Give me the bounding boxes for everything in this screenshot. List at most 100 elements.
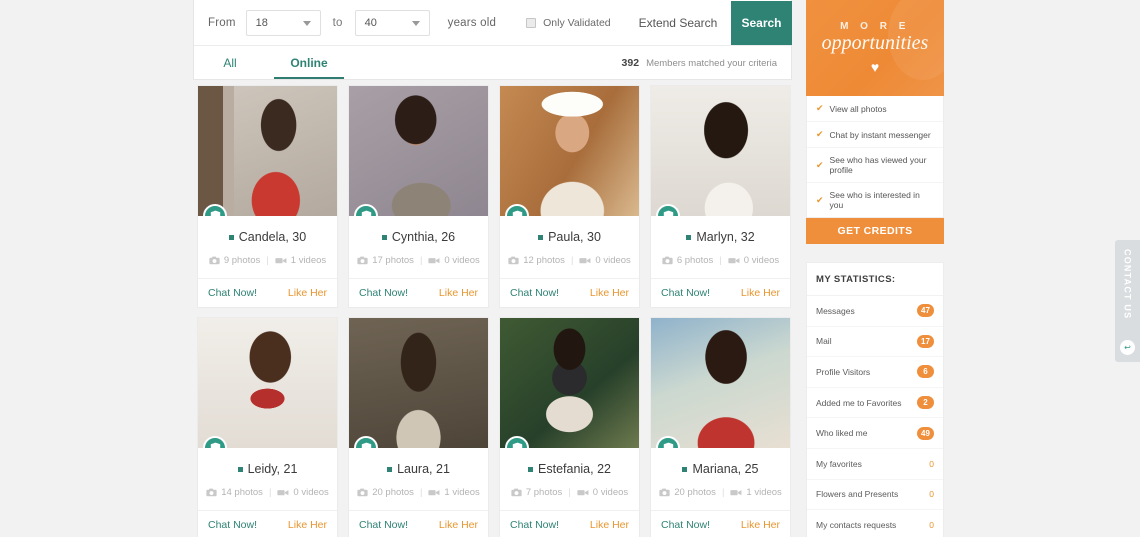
profile-card[interactable]: Cynthia, 26 17 photos | 0 videos Chat No… — [348, 85, 489, 308]
status-badge: 49 — [917, 426, 934, 440]
photos-count: 14 photos — [206, 487, 263, 498]
promo-feature-label: See who has viewed your profile — [829, 155, 927, 175]
stat-row-profile-visitors[interactable]: Profile Visitors 6 — [807, 357, 943, 388]
profile-card[interactable]: Laura, 21 20 photos | 1 videos Chat Now!… — [348, 317, 489, 537]
online-dot-icon — [538, 234, 544, 240]
profile-info: Cynthia, 26 17 photos | 0 videos — [349, 216, 488, 266]
check-icon: ✔ — [816, 159, 824, 170]
profile-card-actions: Chat Now! Like Her — [500, 510, 639, 537]
profile-info: Candela, 30 9 photos | 1 videos — [198, 216, 337, 266]
stat-row-flowers-and-presents[interactable]: Flowers and Presents 0 — [807, 480, 943, 511]
like-her-button[interactable]: Like Her — [590, 519, 629, 531]
status-badge: 17 — [917, 334, 934, 348]
stat-label: My favorites — [816, 458, 862, 469]
profile-media-counts: 14 photos | 0 videos — [206, 487, 329, 498]
online-dot-icon — [237, 466, 243, 472]
like-her-button[interactable]: Like Her — [288, 287, 327, 299]
profile-card[interactable]: Marlyn, 32 6 photos | 0 videos Chat Now!… — [650, 85, 791, 308]
profile-photo[interactable] — [198, 318, 337, 448]
check-icon: ✔ — [816, 103, 824, 113]
chat-now-button[interactable]: Chat Now! — [661, 287, 710, 299]
extend-search-dropdown[interactable]: Extend Search — [639, 16, 740, 30]
stat-value: 0 — [929, 458, 934, 469]
meta-separator: | — [570, 255, 574, 266]
like-her-button[interactable]: Like Her — [741, 287, 780, 299]
tab-all[interactable]: All — [208, 46, 252, 79]
chat-now-button[interactable]: Chat Now! — [359, 287, 408, 299]
promo-feature: ✔ View all photos — [807, 96, 943, 122]
meta-separator: | — [419, 487, 423, 498]
right-sidebar: M O R E opportunities ♥ ✔ View all photo… — [806, 0, 944, 537]
photo-image — [198, 86, 337, 216]
profile-card[interactable]: Candela, 30 9 photos | 1 videos Chat Now… — [197, 85, 338, 308]
stat-value: 0 — [929, 519, 934, 530]
chat-now-button[interactable]: Chat Now! — [208, 287, 257, 299]
stat-row-my-favorites[interactable]: My favorites 0 — [807, 449, 943, 480]
chevron-down-icon — [302, 20, 311, 26]
online-dot-icon — [682, 466, 688, 472]
photo-image — [198, 318, 337, 448]
profile-name-line: Laura, 21 — [357, 462, 480, 476]
statistics-panel: MY STATISTICS: Messages 47 Mail 17 Profi… — [806, 262, 944, 537]
videos-count: 0 videos — [728, 255, 779, 266]
age-to-select[interactable]: 40 — [354, 9, 430, 36]
chat-now-button[interactable]: Chat Now! — [208, 519, 257, 531]
camera-icon — [357, 488, 368, 497]
profile-card-actions: Chat Now! Like Her — [500, 278, 639, 307]
profile-photo[interactable] — [651, 318, 790, 448]
chat-now-button[interactable]: Chat Now! — [661, 519, 710, 531]
promo-title-large: opportunities — [821, 32, 929, 54]
get-credits-button[interactable]: GET CREDITS — [806, 218, 944, 244]
profile-card[interactable]: Estefania, 22 7 photos | 0 videos Chat N… — [499, 317, 640, 537]
profile-card[interactable]: Leidy, 21 14 photos | 0 videos Chat Now!… — [197, 317, 338, 537]
profile-photo[interactable] — [651, 86, 790, 216]
search-panel: From 18 to 40 years old Only Validated E… — [193, 0, 792, 80]
profile-name: Mariana, 25 — [692, 462, 759, 476]
profile-media-counts: 9 photos | 1 videos — [206, 255, 329, 266]
like-her-button[interactable]: Like Her — [439, 519, 478, 531]
like-her-button[interactable]: Like Her — [741, 519, 780, 531]
profile-info: Laura, 21 20 photos | 1 videos — [349, 448, 488, 498]
profile-info: Marlyn, 32 6 photos | 0 videos — [651, 216, 790, 266]
chat-now-button[interactable]: Chat Now! — [510, 287, 559, 299]
profile-card-actions: Chat Now! Like Her — [198, 278, 337, 307]
stat-row-contacts-requests[interactable]: My contacts requests 0 — [807, 510, 943, 537]
profile-photo[interactable] — [500, 86, 639, 216]
stat-row-messages[interactable]: Messages 47 — [807, 296, 943, 327]
profile-name-line: Marlyn, 32 — [659, 230, 782, 244]
profile-name: Marlyn, 32 — [696, 230, 755, 244]
search-button[interactable]: Search — [731, 1, 792, 45]
profile-name-line: Estefania, 22 — [508, 462, 631, 476]
contact-arrow-icon: ↩ — [1120, 340, 1135, 355]
profile-card[interactable]: Mariana, 25 20 photos | 1 videos Chat No… — [650, 317, 791, 537]
profile-card-actions: Chat Now! Like Her — [349, 510, 488, 537]
profile-photo[interactable] — [349, 86, 488, 216]
stat-row-mail[interactable]: Mail 17 — [807, 327, 943, 358]
profile-name: Candela, 30 — [238, 230, 307, 244]
age-from-select[interactable]: 18 — [245, 9, 321, 36]
stat-row-who-liked-me[interactable]: Who liked me 49 — [807, 418, 943, 449]
stat-row-added-to-favorites[interactable]: Added me to Favorites 2 — [807, 388, 943, 419]
like-her-button[interactable]: Like Her — [439, 287, 478, 299]
profile-card[interactable]: Paula, 30 12 photos | 0 videos Chat Now!… — [499, 85, 640, 308]
promo-feature-label: See who is interested in you — [829, 190, 920, 210]
only-validated-checkbox[interactable]: Only Validated — [526, 17, 611, 29]
profile-photo[interactable] — [500, 318, 639, 448]
profile-info: Leidy, 21 14 photos | 0 videos — [198, 448, 337, 498]
like-her-button[interactable]: Like Her — [590, 287, 629, 299]
profile-photo[interactable] — [349, 318, 488, 448]
camera-icon — [206, 488, 217, 497]
promo-feature-label: Chat by instant messenger — [829, 129, 931, 140]
like-her-button[interactable]: Like Her — [288, 519, 327, 531]
chat-now-button[interactable]: Chat Now! — [510, 519, 559, 531]
chat-now-button[interactable]: Chat Now! — [359, 519, 408, 531]
chevron-down-icon — [411, 20, 420, 26]
profile-media-counts: 12 photos | 0 videos — [508, 255, 631, 266]
page-root: From 18 to 40 years old Only Validated E… — [0, 0, 1140, 537]
meta-separator: | — [721, 487, 725, 498]
contact-us-tab[interactable]: CONTACT US ↩ — [1115, 240, 1140, 362]
camera-icon — [662, 256, 673, 265]
profile-photo[interactable] — [198, 86, 337, 216]
meta-separator: | — [419, 255, 423, 266]
tab-online[interactable]: Online — [274, 46, 344, 79]
